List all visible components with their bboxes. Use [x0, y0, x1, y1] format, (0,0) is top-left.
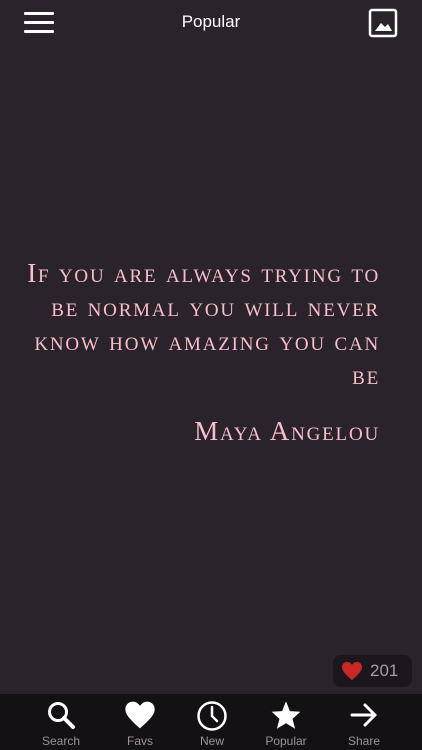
- quote-author: Maya Angelou: [194, 416, 380, 446]
- heart-icon: [125, 701, 155, 729]
- tab-search[interactable]: Search: [26, 694, 96, 750]
- heart-icon: [342, 661, 362, 681]
- tab-bar: Search Favs New Popular Share: [0, 693, 422, 750]
- tab-label: Popular: [265, 734, 307, 748]
- likes-badge[interactable]: 201: [333, 655, 412, 687]
- image-icon: [368, 8, 398, 38]
- tab-popular[interactable]: Popular: [251, 694, 321, 750]
- tab-label: Favs: [126, 734, 153, 748]
- likes-count: 201: [370, 661, 399, 680]
- tab-label: New: [199, 734, 224, 748]
- quote-block: If you are always trying to be normal yo…: [20, 256, 380, 448]
- clock-icon: [197, 701, 227, 731]
- page-title: Popular: [181, 12, 241, 31]
- tab-label: Share: [347, 734, 381, 748]
- arrow-right-icon: [350, 703, 377, 727]
- tab-share[interactable]: Share: [329, 694, 399, 750]
- image-button[interactable]: [368, 8, 398, 38]
- search-icon: [48, 702, 75, 729]
- tab-favs[interactable]: Favs: [105, 694, 175, 750]
- tab-new[interactable]: New: [177, 694, 247, 750]
- star-icon: [271, 701, 301, 729]
- tab-label: Search: [41, 734, 81, 748]
- quote-text: If you are always trying to be normal yo…: [27, 258, 380, 390]
- header: Popular: [0, 0, 422, 46]
